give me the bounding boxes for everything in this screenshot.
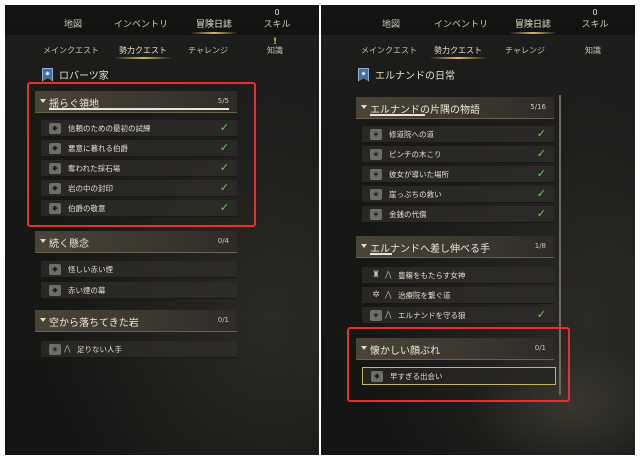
quest-item[interactable]: ◈ 金銭の代償 ✓ (362, 206, 554, 223)
quest-shield-icon: ◈ (370, 129, 382, 140)
faction-banner-icon (42, 67, 53, 82)
subtab-challenge[interactable]: チャレンジ (505, 45, 545, 56)
faction-header: ロバーツ家 (42, 67, 109, 82)
tab-map[interactable]: 地図 (382, 17, 400, 30)
quest-item-label: エルナンドを守る狼 (398, 311, 466, 320)
quest-item-label: 怪しい赤い煙 (68, 265, 113, 274)
skill-points-badge: 0 (274, 8, 280, 17)
checkmark-icon: ✓ (536, 127, 546, 140)
quest-group-progress-bar (370, 114, 425, 116)
goddess-statue-icon: ♜ (371, 270, 381, 280)
subtab-faction-quest[interactable]: 勢力クエスト (429, 45, 487, 59)
quest-item[interactable]: ◈ ⋀ エルナンドを守る狼 ✓ (362, 307, 554, 324)
top-navigation: 地図 インベントリ 冒険日誌 0 スキル (5, 5, 319, 35)
tab-map[interactable]: 地図 (64, 17, 82, 30)
quest-group-progress-count: 0/1 (217, 316, 229, 324)
sub-quest-marker-icon: ⋀ (64, 344, 71, 353)
tab-adventure-journal[interactable]: 冒険日誌 (189, 17, 239, 34)
quest-gear-icon: ✲ (372, 290, 380, 300)
quest-group-header[interactable]: エルナンドの片隅の物語 5/16 (356, 97, 554, 119)
quest-item-label: ピンチの木こり (389, 150, 442, 159)
quest-group-header[interactable]: 続く懸念 0/4 (35, 231, 237, 253)
quest-item[interactable]: ◈ ⋀ 足りない人手 (41, 341, 237, 358)
quest-group-title: 続く懸念 (49, 239, 89, 250)
quest-item[interactable]: ◆ 怪しい赤い煙 (41, 261, 237, 278)
background-character (585, 215, 635, 375)
tab-skills[interactable]: スキル (581, 17, 608, 30)
quest-item[interactable]: ◈ 彼女が導いた場所 ✓ (362, 166, 554, 183)
annotation-highlight-box (27, 82, 256, 227)
checkmark-icon: ✓ (536, 167, 546, 180)
journal-panel-left: 地図 インベントリ 冒険日誌 0 スキル メインクエスト 勢力クエスト チャレン… (5, 5, 319, 455)
quest-item-label: 崖っぷちの救い (389, 190, 442, 199)
faction-header: エルナンドの日常 (358, 67, 455, 82)
quest-group-progress-count: 5/16 (530, 103, 546, 111)
sub-navigation: メインクエスト 勢力クエスト チャレンジ 知識 (321, 39, 635, 61)
subtab-challenge[interactable]: チャレンジ (188, 45, 228, 56)
quest-item-label: 金銭の代償 (389, 210, 427, 219)
quest-item[interactable]: ◈ 崖っぷちの救い ✓ (362, 186, 554, 203)
quest-item-label: 豊穣をもたらす女神 (398, 271, 466, 280)
skill-points-badge: 0 (592, 8, 598, 17)
quest-diamond-icon: ◆ (49, 285, 61, 296)
annotation-highlight-box (347, 327, 570, 402)
subtab-knowledge[interactable]: 知識 (585, 45, 601, 56)
tab-inventory[interactable]: インベントリ (114, 17, 168, 30)
checkmark-icon: ✓ (536, 207, 546, 220)
quest-group-progress-bar (370, 253, 392, 255)
sub-navigation: メインクエスト 勢力クエスト チャレンジ ! 知識 (5, 37, 319, 61)
tab-adventure-journal[interactable]: 冒険日誌 (508, 17, 558, 34)
quest-diamond-icon: ◆ (49, 264, 61, 275)
subtab-main-quest[interactable]: メインクエスト (361, 45, 417, 56)
subtab-faction-quest[interactable]: 勢力クエスト (114, 45, 172, 59)
quest-group-header[interactable]: 空から落ちてきた岩 0/1 (35, 310, 237, 332)
sub-quest-marker-icon: ⋀ (385, 310, 392, 319)
subtab-knowledge[interactable]: 知識 (267, 45, 283, 56)
top-navigation: 地図 インベントリ 冒険日誌 0 スキル (321, 5, 635, 35)
checkmark-icon: ✓ (536, 147, 546, 160)
quest-shield-icon: ◈ (370, 310, 382, 321)
faction-title: ロバーツ家 (59, 71, 109, 82)
quest-item[interactable]: ♜ ⋀ 豊穣をもたらす女神 (362, 267, 554, 284)
sub-quest-marker-icon: ⋀ (385, 270, 392, 279)
quest-item-label: 彼女が導いた場所 (389, 170, 449, 179)
subtab-main-quest[interactable]: メインクエスト (43, 45, 99, 56)
quest-group-title: 空から落ちてきた岩 (49, 318, 139, 329)
journal-panel-right: 地図 インベントリ 冒険日誌 0 スキル メインクエスト 勢力クエスト チャレン… (321, 5, 635, 455)
faction-title: エルナンドの日常 (375, 71, 455, 82)
checkmark-icon: ✓ (536, 187, 546, 200)
quest-shield-icon: ◈ (370, 169, 382, 180)
quest-item-label: 治療院を繋ぐ道 (398, 291, 451, 300)
quest-shield-icon: ◈ (370, 209, 382, 220)
checkmark-icon: ✓ (536, 308, 546, 321)
tab-skills[interactable]: スキル (263, 17, 290, 30)
tab-inventory[interactable]: インベントリ (434, 17, 488, 30)
quest-item-label: 足りない人手 (77, 345, 122, 354)
sub-quest-marker-icon: ⋀ (385, 290, 392, 299)
quest-group-progress-count: 1/8 (534, 242, 546, 250)
background-character (279, 255, 319, 415)
quest-group-header[interactable]: エルナンドへ差し伸べる手 1/8 (356, 236, 554, 258)
quest-item-label: 赤い煙の幕 (68, 286, 106, 295)
quest-item[interactable]: ✲ ⋀ 治療院を繋ぐ道 (362, 287, 554, 304)
quest-item[interactable]: ◆ 赤い煙の幕 (41, 282, 237, 299)
quest-shield-icon: ◈ (370, 189, 382, 200)
quest-shield-icon: ◈ (370, 149, 382, 160)
quest-item-label: 修道院への道 (389, 130, 434, 139)
faction-banner-icon (358, 67, 369, 82)
quest-item[interactable]: ◈ ピンチの木こり ✓ (362, 146, 554, 163)
quest-group-progress-count: 0/4 (217, 237, 229, 245)
quest-item[interactable]: ◈ 修道院への道 ✓ (362, 126, 554, 143)
quest-shield-icon: ◈ (49, 344, 61, 355)
